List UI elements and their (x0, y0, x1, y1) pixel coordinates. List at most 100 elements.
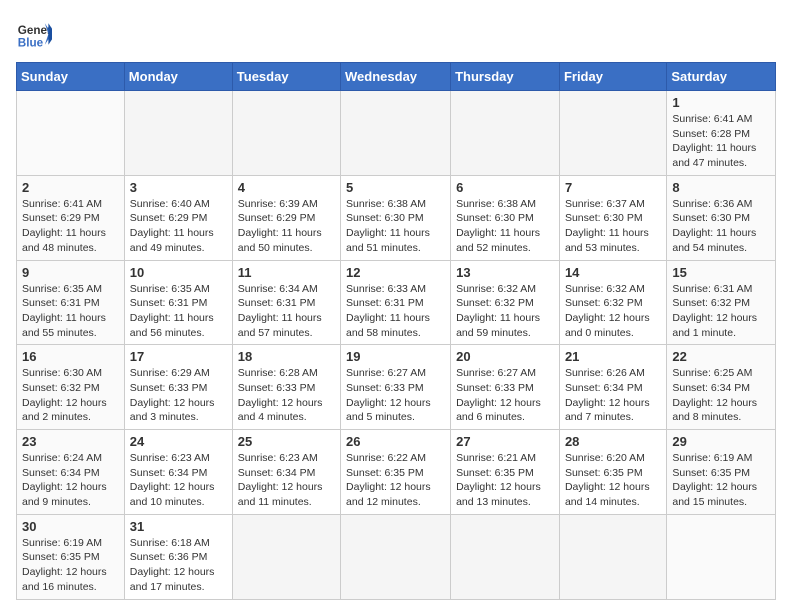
calendar-day: 10 Sunrise: 6:35 AM Sunset: 6:31 PM Dayli… (124, 260, 232, 345)
calendar-week-4: 16 Sunrise: 6:30 AM Sunset: 6:32 PM Dayli… (17, 345, 776, 430)
calendar-day: 9 Sunrise: 6:35 AM Sunset: 6:31 PM Daylig… (17, 260, 125, 345)
day-info: Sunrise: 6:24 AM Sunset: 6:34 PM Dayligh… (22, 451, 119, 510)
day-info: Sunrise: 6:29 AM Sunset: 6:33 PM Dayligh… (130, 366, 227, 425)
day-number: 2 (22, 180, 119, 195)
day-number: 24 (130, 434, 227, 449)
calendar-day (232, 91, 340, 176)
day-info: Sunrise: 6:33 AM Sunset: 6:31 PM Dayligh… (346, 282, 445, 341)
calendar-day: 26 Sunrise: 6:22 AM Sunset: 6:35 PM Dayli… (341, 430, 451, 515)
calendar-day: 12 Sunrise: 6:33 AM Sunset: 6:31 PM Dayli… (341, 260, 451, 345)
calendar-day: 2Sunrise: 6:41 AM Sunset: 6:29 PM Daylig… (17, 175, 125, 260)
weekday-header-saturday: Saturday (667, 63, 776, 91)
calendar-day: 19 Sunrise: 6:27 AM Sunset: 6:33 PM Dayli… (341, 345, 451, 430)
calendar-week-6: 30Sunrise: 6:19 AM Sunset: 6:35 PM Dayli… (17, 514, 776, 599)
svg-text:General: General (18, 24, 52, 37)
day-info: Sunrise: 6:40 AM Sunset: 6:29 PM Dayligh… (130, 197, 227, 256)
calendar-day (451, 91, 560, 176)
day-number: 4 (238, 180, 335, 195)
day-number: 1 (672, 95, 770, 110)
calendar-day: 15 Sunrise: 6:31 AM Sunset: 6:32 PM Dayli… (667, 260, 776, 345)
day-number: 5 (346, 180, 445, 195)
svg-text:Blue: Blue (18, 37, 44, 50)
day-info: Sunrise: 6:37 AM Sunset: 6:30 PM Dayligh… (565, 197, 661, 256)
day-info: Sunrise: 6:39 AM Sunset: 6:29 PM Dayligh… (238, 197, 335, 256)
day-number: 28 (565, 434, 661, 449)
day-number: 15 (672, 265, 770, 280)
day-info: Sunrise: 6:27 AM Sunset: 6:33 PM Dayligh… (346, 366, 445, 425)
day-info: Sunrise: 6:21 AM Sunset: 6:35 PM Dayligh… (456, 451, 554, 510)
calendar-week-3: 9 Sunrise: 6:35 AM Sunset: 6:31 PM Daylig… (17, 260, 776, 345)
calendar-week-2: 2Sunrise: 6:41 AM Sunset: 6:29 PM Daylig… (17, 175, 776, 260)
calendar-day: 31 Sunrise: 6:18 AM Sunset: 6:36 PM Dayli… (124, 514, 232, 599)
day-number: 31 (130, 519, 227, 534)
day-info: Sunrise: 6:28 AM Sunset: 6:33 PM Dayligh… (238, 366, 335, 425)
day-info: Sunrise: 6:36 AM Sunset: 6:30 PM Dayligh… (672, 197, 770, 256)
calendar-day: 5Sunrise: 6:38 AM Sunset: 6:30 PM Daylig… (341, 175, 451, 260)
day-number: 22 (672, 349, 770, 364)
day-number: 26 (346, 434, 445, 449)
day-number: 10 (130, 265, 227, 280)
day-number: 3 (130, 180, 227, 195)
day-info: Sunrise: 6:20 AM Sunset: 6:35 PM Dayligh… (565, 451, 661, 510)
calendar-week-1: 1 Sunrise: 6:41 AM Sunset: 6:28 PM Daylig… (17, 91, 776, 176)
calendar-day: 3 Sunrise: 6:40 AM Sunset: 6:29 PM Daylig… (124, 175, 232, 260)
day-info: Sunrise: 6:35 AM Sunset: 6:31 PM Dayligh… (130, 282, 227, 341)
calendar-day: 17Sunrise: 6:29 AM Sunset: 6:33 PM Dayli… (124, 345, 232, 430)
calendar-day: 7 Sunrise: 6:37 AM Sunset: 6:30 PM Daylig… (559, 175, 666, 260)
day-number: 6 (456, 180, 554, 195)
day-info: Sunrise: 6:32 AM Sunset: 6:32 PM Dayligh… (456, 282, 554, 341)
calendar-table: SundayMondayTuesdayWednesdayThursdayFrid… (16, 62, 776, 600)
day-number: 30 (22, 519, 119, 534)
weekday-header-tuesday: Tuesday (232, 63, 340, 91)
calendar-day: 29Sunrise: 6:19 AM Sunset: 6:35 PM Dayli… (667, 430, 776, 515)
calendar-day (559, 514, 666, 599)
calendar-day: 30Sunrise: 6:19 AM Sunset: 6:35 PM Dayli… (17, 514, 125, 599)
day-info: Sunrise: 6:35 AM Sunset: 6:31 PM Dayligh… (22, 282, 119, 341)
weekday-header-monday: Monday (124, 63, 232, 91)
calendar-day: 20Sunrise: 6:27 AM Sunset: 6:33 PM Dayli… (451, 345, 560, 430)
weekday-header-friday: Friday (559, 63, 666, 91)
calendar-day (341, 91, 451, 176)
calendar-day: 8Sunrise: 6:36 AM Sunset: 6:30 PM Daylig… (667, 175, 776, 260)
calendar-day: 4 Sunrise: 6:39 AM Sunset: 6:29 PM Daylig… (232, 175, 340, 260)
day-number: 16 (22, 349, 119, 364)
day-number: 7 (565, 180, 661, 195)
calendar-day (451, 514, 560, 599)
calendar-day: 23 Sunrise: 6:24 AM Sunset: 6:34 PM Dayli… (17, 430, 125, 515)
day-number: 25 (238, 434, 335, 449)
day-info: Sunrise: 6:30 AM Sunset: 6:32 PM Dayligh… (22, 366, 119, 425)
calendar-day (232, 514, 340, 599)
day-number: 27 (456, 434, 554, 449)
calendar-day (17, 91, 125, 176)
day-info: Sunrise: 6:26 AM Sunset: 6:34 PM Dayligh… (565, 366, 661, 425)
day-info: Sunrise: 6:31 AM Sunset: 6:32 PM Dayligh… (672, 282, 770, 341)
weekday-header-row: SundayMondayTuesdayWednesdayThursdayFrid… (17, 63, 776, 91)
calendar-day: 28 Sunrise: 6:20 AM Sunset: 6:35 PM Dayli… (559, 430, 666, 515)
calendar-day: 21Sunrise: 6:26 AM Sunset: 6:34 PM Dayli… (559, 345, 666, 430)
calendar-day: 25Sunrise: 6:23 AM Sunset: 6:34 PM Dayli… (232, 430, 340, 515)
calendar-day (124, 91, 232, 176)
calendar-day: 18 Sunrise: 6:28 AM Sunset: 6:33 PM Dayli… (232, 345, 340, 430)
day-info: Sunrise: 6:19 AM Sunset: 6:35 PM Dayligh… (672, 451, 770, 510)
day-number: 23 (22, 434, 119, 449)
calendar-day: 27 Sunrise: 6:21 AM Sunset: 6:35 PM Dayli… (451, 430, 560, 515)
day-number: 9 (22, 265, 119, 280)
weekday-header-wednesday: Wednesday (341, 63, 451, 91)
calendar-day (667, 514, 776, 599)
day-info: Sunrise: 6:41 AM Sunset: 6:28 PM Dayligh… (672, 112, 770, 171)
day-info: Sunrise: 6:22 AM Sunset: 6:35 PM Dayligh… (346, 451, 445, 510)
calendar-day: 16 Sunrise: 6:30 AM Sunset: 6:32 PM Dayli… (17, 345, 125, 430)
calendar-day (341, 514, 451, 599)
day-info: Sunrise: 6:32 AM Sunset: 6:32 PM Dayligh… (565, 282, 661, 341)
day-info: Sunrise: 6:18 AM Sunset: 6:36 PM Dayligh… (130, 536, 227, 595)
day-number: 12 (346, 265, 445, 280)
day-number: 14 (565, 265, 661, 280)
day-info: Sunrise: 6:25 AM Sunset: 6:34 PM Dayligh… (672, 366, 770, 425)
day-number: 18 (238, 349, 335, 364)
day-number: 19 (346, 349, 445, 364)
calendar-day: 14 Sunrise: 6:32 AM Sunset: 6:32 PM Dayli… (559, 260, 666, 345)
weekday-header-sunday: Sunday (17, 63, 125, 91)
calendar-day: 1 Sunrise: 6:41 AM Sunset: 6:28 PM Daylig… (667, 91, 776, 176)
calendar-day: 22 Sunrise: 6:25 AM Sunset: 6:34 PM Dayli… (667, 345, 776, 430)
calendar-day: 13Sunrise: 6:32 AM Sunset: 6:32 PM Dayli… (451, 260, 560, 345)
